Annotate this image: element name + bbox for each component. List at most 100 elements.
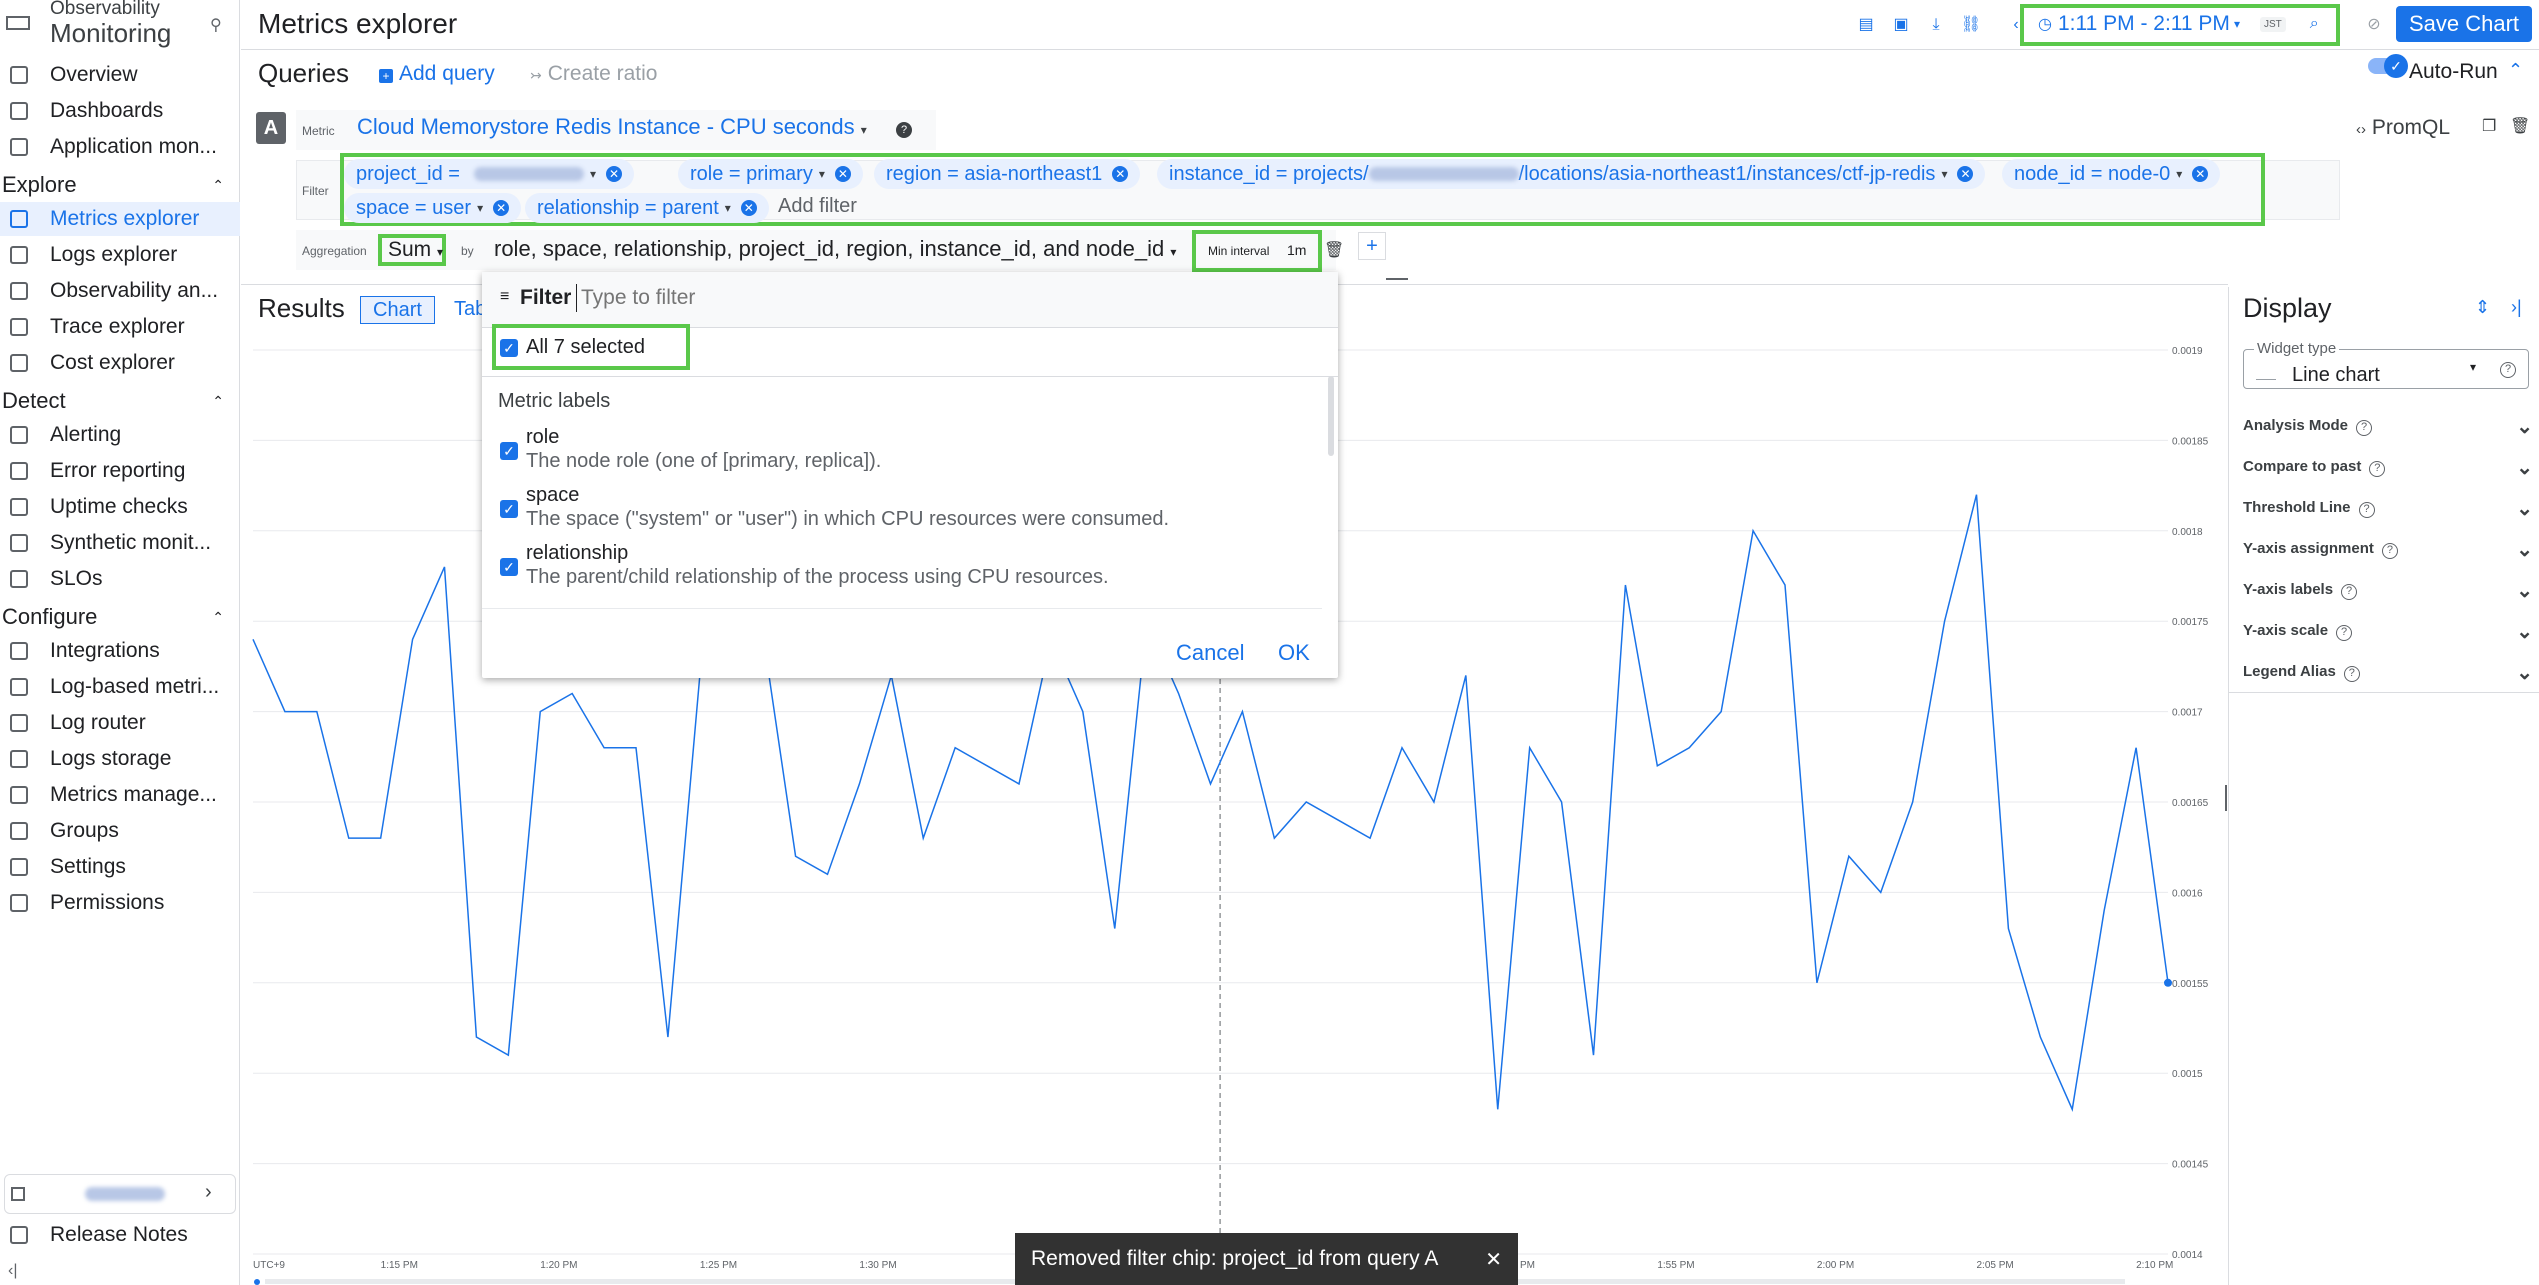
expand-icon: ⌄ [2516,456,2533,479]
sidebar-item-integrations[interactable]: Integrations [0,634,240,668]
sidebar-section-detect[interactable]: Detect ⌃ [0,384,240,418]
help-icon[interactable]: ? [2358,501,2375,518]
copy-icon[interactable]: ❐ [2482,116,2496,136]
help-icon[interactable]: ? [2341,583,2358,600]
remove-chip-icon[interactable]: ✕ [834,166,851,182]
sidebar-item-dashboards[interactable]: Dashboards [0,94,240,128]
label-option-relationship[interactable]: ✓ relationship The parent/child relation… [498,542,1298,596]
delete-aggregation-icon[interactable]: 🗑 [1324,240,1344,260]
display-option-analysis-mode[interactable]: Analysis Mode? ⌄ [2243,406,2533,446]
sidebar-item-overview[interactable]: Overview [0,58,240,92]
sidebar-item-synthetic-monit[interactable]: Synthetic monit... [0,526,240,560]
sidebar-item-logs-explorer[interactable]: Logs explorer [0,238,240,272]
select-all-option[interactable]: ✓ All 7 selected [500,336,645,359]
help-icon[interactable]: ? [2343,665,2360,682]
project-selector[interactable]: › [4,1174,236,1214]
collapse-sidebar-icon[interactable]: ‹| [8,1262,17,1280]
filter-chip-node-id[interactable]: node_id = node-0 ▾ ✕ [2002,159,2221,189]
sidebar-item-log-based-metri[interactable]: Log-based metri... [0,670,240,704]
display-option-compare-to-past[interactable]: Compare to past? ⌄ [2243,447,2533,487]
sidebar-item-label: Log-based metri... [50,675,220,698]
resize-handle[interactable] [1386,278,1408,280]
release-notes-icon [10,1226,28,1244]
sidebar-item-application-mon[interactable]: Application mon... [0,130,240,164]
remove-chip-icon[interactable]: ✕ [606,166,622,182]
filter-chip-region[interactable]: region = asia-northeast1 ✕ [874,159,1141,189]
filter-chip-instance-id[interactable]: instance_id = projects/ /locations/asia-… [1157,159,1986,189]
brand-top: Observability [50,0,160,19]
filter-chip-role[interactable]: role = primary ▾ ✕ [678,159,863,189]
download-icon[interactable]: ⤓ [1925,14,1947,36]
sidebar-item-metrics-explorer[interactable]: Metrics explorer [0,202,240,236]
create-ratio-button[interactable]: ↣ Create ratio [530,62,657,86]
remove-chip-icon[interactable]: ✕ [493,200,510,216]
sidebar-item-alerting[interactable]: Alerting [0,418,240,452]
group-by-selector[interactable]: role, space, relationship, project_id, r… [494,236,1176,262]
widget-type-field[interactable]: Widget type Line chart ▾ ? [2243,340,2529,389]
sidebar-item-permissions[interactable]: Permissions [0,886,240,920]
display-option-y-axis-scale[interactable]: Y-axis scale? ⌄ [2243,611,2533,651]
metric-selector[interactable]: Cloud Memorystore Redis Instance - CPU s… [357,114,867,140]
expand-collapse-icon[interactable]: ⇕ [2475,297,2490,318]
sidebar-section-configure[interactable]: Configure ⌃ [0,600,240,634]
sidebar-section-explore[interactable]: Explore ⌃ [0,168,240,202]
collapse-queries-icon[interactable]: ⌃ [2508,60,2523,81]
close-icon[interactable]: ✕ [1485,1247,1502,1272]
help-icon[interactable]: ? [2336,624,2353,641]
save-chart-button[interactable]: Save Chart [2396,6,2532,42]
help-icon[interactable]: ? [2356,419,2373,436]
display-option-legend-alias[interactable]: Legend Alias? ⌄ [2243,652,2533,692]
sidebar-item-metrics-manage[interactable]: Metrics manage... [0,778,240,812]
help-icon[interactable]: ? [2381,542,2398,559]
x-tick-label: 1:55 PM [1657,1260,1694,1271]
sidebar-item-trace-explorer[interactable]: Trace explorer [0,310,240,344]
add-query-button[interactable]: + Add query [379,62,495,86]
filter-chip-relationship[interactable]: relationship = parent ▾ ✕ [525,193,769,223]
dropdown-filter-input[interactable] [576,284,1076,312]
close-panel-icon[interactable]: ›| [2511,297,2522,318]
dropdown-scrollbar[interactable] [1328,376,1334,456]
help-icon[interactable]: ? [2369,460,2386,477]
chart-icon[interactable]: ▤ [1855,14,1877,36]
delete-query-icon[interactable]: 🗑 [2510,116,2530,136]
code-icon[interactable]: ▣ [1890,14,1912,36]
sidebar-item-settings[interactable]: Settings [0,850,240,884]
add-aggregation-icon[interactable]: + [1358,232,1386,260]
display-option-y-axis-labels[interactable]: Y-axis labels? ⌄ [2243,570,2533,610]
release-notes[interactable]: Release Notes [0,1218,240,1252]
aggregation-selector[interactable]: Sum ▾ [388,238,443,262]
filter-chip-project-id[interactable]: project_id = ▾ ✕ [344,159,634,189]
sidebar-item-error-reporting[interactable]: Error reporting [0,454,240,488]
sidebar-item-log-router[interactable]: Log router [0,706,240,740]
pin-icon[interactable]: ⚲ [210,15,222,35]
filter-chip-space[interactable]: space = user ▾ ✕ [344,193,522,223]
sidebar-item-slos[interactable]: SLOs [0,562,240,596]
time-range-picker[interactable]: ◷ 1:11 PM - 2:11 PM ▾ JST ⌕ [2038,12,2319,36]
cancel-button[interactable]: Cancel [1176,640,1244,666]
display-option-threshold-line[interactable]: Threshold Line? ⌄ [2243,488,2533,528]
aggregation-label: Aggregation [302,244,367,258]
remove-chip-icon[interactable]: ✕ [740,200,757,216]
remove-chip-icon[interactable]: ✕ [1957,166,1974,182]
remove-chip-icon[interactable]: ✕ [1112,166,1129,182]
sidebar-item-groups[interactable]: Groups [0,814,240,848]
sidebar-item-logs-storage[interactable]: Logs storage [0,742,240,776]
link-icon[interactable]: ⛓ [1960,14,1982,36]
zoom-icon[interactable]: ⌕ [2310,15,2319,33]
ok-button[interactable]: OK [1278,640,1310,666]
no-auto-refresh-icon[interactable]: ⊘ [2363,14,2385,36]
label-option-role[interactable]: ✓ role The node role (one of [primary, r… [498,426,1298,480]
sidebar-item-cost-explorer[interactable]: Cost explorer [0,346,240,380]
promql-button[interactable]: ‹› PromQL [2356,116,2450,140]
auto-run-toggle[interactable]: ✓ [2368,54,2408,78]
display-option-y-axis-assignment[interactable]: Y-axis assignment? ⌄ [2243,529,2533,569]
min-interval-value[interactable]: 1m [1287,242,1306,258]
remove-chip-icon[interactable]: ✕ [2192,166,2209,182]
help-icon[interactable]: ? [896,122,912,138]
cost-explorer-icon [10,354,28,372]
resize-handle[interactable] [2225,785,2227,811]
add-filter-input[interactable]: Add filter [778,195,857,218]
sidebar-item-uptime-checks[interactable]: Uptime checks [0,490,240,524]
sidebar-item-observability-an[interactable]: Observability an... [0,274,240,308]
label-option-space[interactable]: ✓ space The space ("system" or "user") i… [498,484,1298,538]
